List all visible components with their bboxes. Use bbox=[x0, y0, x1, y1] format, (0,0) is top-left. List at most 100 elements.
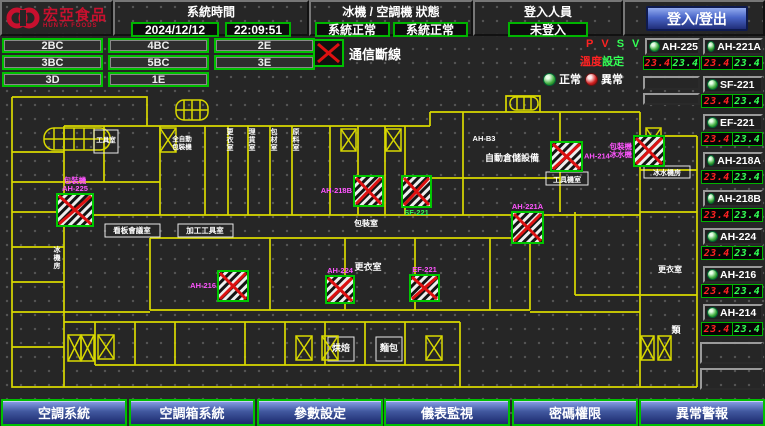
comm-loss-label: 通信斷線 bbox=[349, 44, 401, 63]
room-label: 工具室 bbox=[96, 135, 116, 144]
equipment-label: AH-214 bbox=[584, 152, 611, 161]
unit-values-AH-224: 23.423.4 bbox=[701, 246, 763, 260]
floor-button-4BC[interactable]: 4BC bbox=[108, 38, 209, 53]
temp-label-red: 溫度 bbox=[580, 56, 602, 68]
unit-name-label: AH-224 bbox=[720, 231, 756, 243]
legend-abnormal: 異常 bbox=[585, 71, 623, 87]
floor-button-3BC[interactable]: 3BC bbox=[2, 55, 103, 70]
sv-value: 23.4 bbox=[733, 323, 763, 335]
sv-value: 23.4 bbox=[733, 171, 763, 183]
unit-status-lamp-icon bbox=[707, 193, 715, 204]
comm-loss-legend: 通信斷線 bbox=[313, 39, 401, 67]
floor-button-2BC[interactable]: 2BC bbox=[2, 38, 103, 53]
footer-button-1[interactable]: 空調系統 bbox=[1, 399, 127, 426]
unit-AH-221A[interactable]: AH-221A bbox=[703, 38, 763, 55]
ac-status-value: 系統正常 bbox=[393, 22, 468, 37]
login-logout-button[interactable]: 登入/登出 bbox=[646, 6, 748, 31]
unit-AH-216[interactable]: AH-216 bbox=[703, 266, 763, 283]
unit-AH-224[interactable]: AH-224 bbox=[703, 228, 763, 245]
pv-label: PV bbox=[586, 38, 617, 50]
unit-values-AH-221A: 23.423.4 bbox=[701, 56, 763, 70]
footer-button-6[interactable]: 異常警報 bbox=[639, 399, 765, 426]
equipment-label: SF-221 bbox=[404, 208, 429, 217]
header-bar: 宏亞食品 HUNYA FOODS 系統時間 2024/12/12 22:09:5… bbox=[0, 0, 765, 36]
room-label: 麵包 bbox=[379, 342, 398, 353]
footer-button-4[interactable]: 儀表監視 bbox=[384, 399, 510, 426]
plan-equipment-冰水機[interactable]: 包裝機冰水機 bbox=[609, 136, 665, 166]
floor-button-1E[interactable]: 1E bbox=[108, 72, 209, 87]
equipment-label: AH-221A bbox=[512, 202, 544, 211]
unit-values-SF-221: 23.423.4 bbox=[701, 94, 763, 108]
floor-button-3D[interactable]: 3D bbox=[2, 72, 103, 87]
door-x-icon bbox=[68, 335, 81, 361]
room-label: 看板會議室 bbox=[112, 225, 151, 235]
abnormal-label: 異常 bbox=[601, 71, 623, 87]
unit-AH-225[interactable]: AH-225 bbox=[645, 38, 700, 55]
room-labels: 工具室全自動包裝機AH-B3自動倉儲設備包裝室更衣室看板會議室加工工具室烘焙麵包… bbox=[54, 127, 683, 353]
sidebar-empty-slot bbox=[700, 342, 763, 364]
floor-button-3E[interactable]: 3E bbox=[214, 55, 315, 70]
footer-button-2[interactable]: 空調箱系統 bbox=[129, 399, 255, 426]
floor-button-5BC[interactable]: 5BC bbox=[108, 55, 209, 70]
room-label: 全自動 bbox=[171, 134, 192, 143]
machine-status-label: 冰機 / 空調機 狀態 bbox=[311, 3, 471, 20]
equipment-label: 包裝機冰水機 bbox=[609, 141, 633, 159]
room-label: AH-B3 bbox=[473, 134, 496, 143]
pv-value: 23.4 bbox=[702, 133, 733, 145]
normal-lamp-icon bbox=[543, 73, 556, 86]
unit-status-lamp-icon bbox=[707, 231, 718, 242]
equipment-label: 包裝機AH-225 bbox=[62, 175, 88, 193]
sv-value: 23.4 bbox=[672, 57, 699, 69]
room-label-vertical: 更衣室 bbox=[227, 128, 235, 152]
sidebar-empty-slot bbox=[643, 93, 700, 105]
room-label: 包裝機 bbox=[172, 142, 192, 151]
door-x-icon bbox=[296, 336, 312, 360]
pv-value: 23.4 bbox=[702, 171, 733, 183]
pv-value: 23.4 bbox=[702, 323, 733, 335]
unit-name-label: AH-214 bbox=[720, 307, 756, 319]
room-label: 加工工具室 bbox=[185, 225, 224, 235]
room-label: 類 bbox=[670, 324, 681, 335]
unit-values-AH-214: 23.423.4 bbox=[701, 322, 763, 336]
pv-value: 23.4 bbox=[702, 57, 733, 69]
sv-value: 23.4 bbox=[733, 247, 763, 259]
plan-equipment-AH-216[interactable]: AH-216 bbox=[190, 271, 248, 301]
unit-values-AH-216: 23.423.4 bbox=[701, 284, 763, 298]
sidebar-empty-slot bbox=[700, 368, 763, 390]
floor-plan: 工具室全自動包裝機AH-B3自動倉儲設備包裝室更衣室看板會議室加工工具室烘焙麵包… bbox=[0, 88, 700, 398]
login-status-value: 未登入 bbox=[508, 22, 588, 37]
unit-AH-218B[interactable]: AH-218B bbox=[703, 190, 763, 207]
door-x-icon bbox=[98, 335, 114, 359]
equipment-label: AH-224 bbox=[327, 266, 354, 275]
plan-equipment-AH-221A[interactable]: AH-221A bbox=[512, 202, 544, 243]
unit-SF-221[interactable]: SF-221 bbox=[703, 76, 763, 93]
room-label-vertical: 理貨室 bbox=[249, 127, 256, 152]
abnormal-lamp-icon bbox=[585, 73, 598, 86]
equipment-label: EF-221 bbox=[412, 265, 437, 274]
plan-equipment-SF-221[interactable]: SF-221 bbox=[402, 176, 431, 217]
door-x-icon bbox=[386, 129, 401, 151]
unit-values-AH-225: 23.423.4 bbox=[643, 56, 700, 70]
door-x-icon bbox=[341, 129, 356, 151]
plan-equipment-AH-224[interactable]: AH-224 bbox=[326, 266, 354, 303]
room-label: 更衣室 bbox=[658, 264, 682, 274]
unit-values-EF-221: 23.423.4 bbox=[701, 132, 763, 146]
room-label: 冰水機房 bbox=[653, 168, 681, 177]
footer-button-5[interactable]: 密碼權限 bbox=[512, 399, 638, 426]
footer-button-3[interactable]: 參數設定 bbox=[257, 399, 383, 426]
plan-equipment-AH-214[interactable]: AH-214 bbox=[551, 142, 611, 171]
unit-AH-218A[interactable]: AH-218A bbox=[703, 152, 763, 169]
floor-button-2E[interactable]: 2E bbox=[214, 38, 315, 53]
plan-equipment-EF-221[interactable]: EF-221 bbox=[410, 265, 439, 301]
unit-AH-214[interactable]: AH-214 bbox=[703, 304, 763, 321]
sv-value: 23.4 bbox=[733, 57, 763, 69]
temp-setting-label: 溫度設定 bbox=[580, 53, 624, 69]
unit-status-lamp-icon bbox=[707, 307, 718, 318]
pv-value: 23.4 bbox=[702, 95, 733, 107]
system-date-value: 2024/12/12 bbox=[131, 22, 219, 37]
room-label: 更衣室 bbox=[354, 261, 381, 272]
unit-status-lamp-icon bbox=[707, 155, 715, 166]
unit-EF-221[interactable]: EF-221 bbox=[703, 114, 763, 131]
room-label: 包裝室 bbox=[353, 218, 378, 228]
pv-value: 23.4 bbox=[702, 247, 733, 259]
